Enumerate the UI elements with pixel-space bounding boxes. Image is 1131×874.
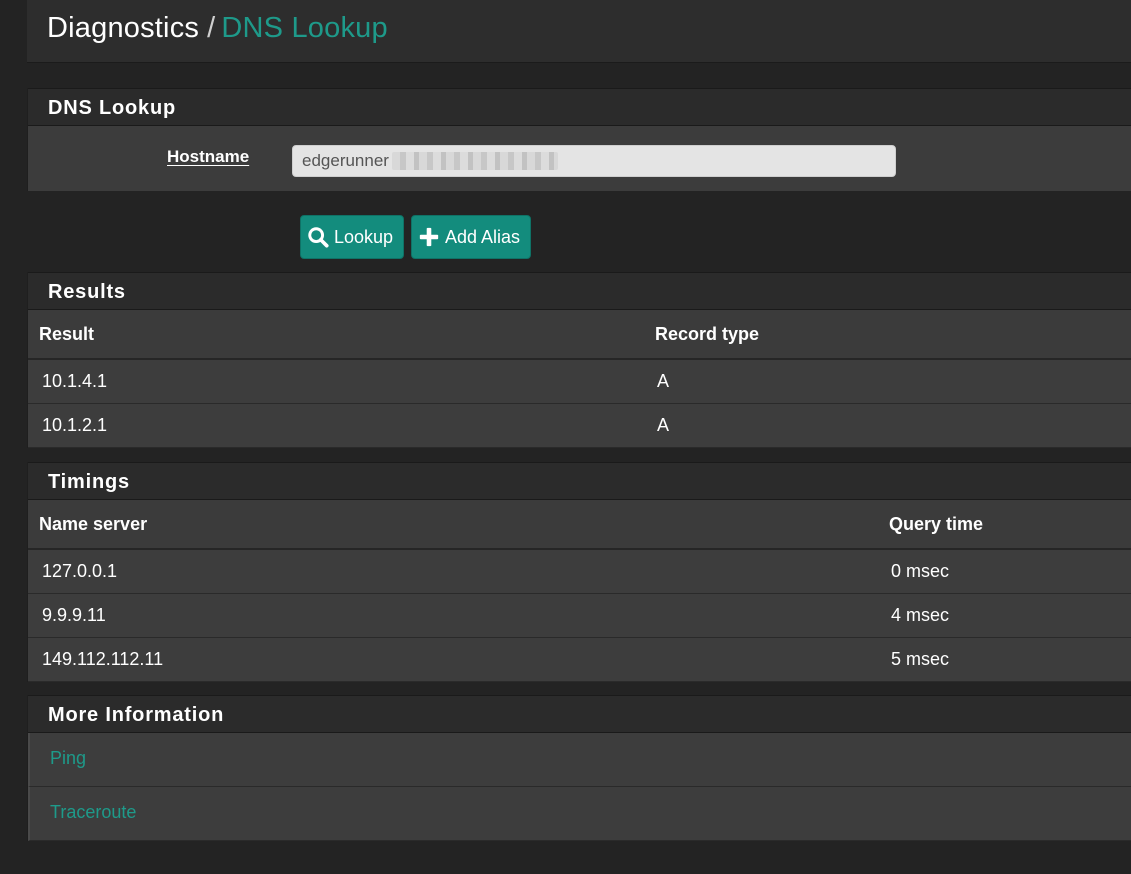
panel-title: Results (48, 281, 126, 303)
hostname-input[interactable] (292, 145, 896, 177)
query-time-cell: 4 msec (889, 593, 1131, 638)
table-header-row: Name server Query time (28, 500, 1131, 550)
breadcrumb-section[interactable]: Diagnostics (47, 12, 199, 44)
record-type-cell: A (655, 403, 1131, 448)
breadcrumb-page[interactable]: DNS Lookup (221, 12, 387, 44)
results-panel: Results Result Record type 10.1.4.1 A 10… (27, 272, 1131, 448)
table-row: 149.112.112.11 5 msec (28, 637, 1131, 682)
panel-title: More Information (48, 704, 225, 726)
hostname-label: Hostname (167, 147, 250, 166)
query-time-cell: 5 msec (889, 637, 1131, 682)
panel-heading: Results (28, 272, 1131, 310)
table-row: 9.9.9.11 4 msec (28, 593, 1131, 638)
plus-icon (419, 227, 439, 247)
ping-link[interactable]: Ping (50, 748, 86, 769)
name-server-cell: 127.0.0.1 (28, 549, 889, 594)
add-alias-button-label: Add Alias (445, 226, 521, 247)
result-cell: 10.1.2.1 (28, 403, 655, 448)
column-header: Result (28, 310, 655, 360)
column-header: Query time (889, 500, 1131, 550)
results-table: Result Record type 10.1.4.1 A 10.1.2.1 A (28, 310, 1131, 448)
breadcrumb-separator: / (207, 12, 216, 44)
panel-title: DNS Lookup (48, 97, 176, 119)
panel-heading: More Information (28, 695, 1131, 733)
search-icon (308, 227, 329, 248)
traceroute-link[interactable]: Traceroute (50, 802, 136, 823)
table-row: 127.0.0.1 0 msec (28, 549, 1131, 594)
breadcrumb: Diagnostics / DNS Lookup (47, 12, 388, 45)
name-server-cell: 149.112.112.11 (28, 637, 889, 682)
query-time-cell: 0 msec (889, 549, 1131, 594)
panel-title: Timings (48, 471, 130, 493)
table-row: 10.1.2.1 A (28, 403, 1131, 448)
timings-panel: Timings Name server Query time 127.0.0.1… (27, 462, 1131, 682)
lookup-button[interactable]: Lookup (300, 215, 404, 259)
column-header: Record type (655, 310, 1131, 360)
hostname-row: Hostname (28, 126, 1131, 191)
table-header-row: Result Record type (28, 310, 1131, 360)
timings-table: Name server Query time 127.0.0.1 0 msec … (28, 500, 1131, 682)
list-item: Traceroute (28, 787, 1131, 841)
column-header: Name server (28, 500, 889, 550)
more-information-panel: More Information Ping Traceroute (27, 695, 1131, 841)
lookup-button-label: Lookup (334, 226, 394, 247)
add-alias-button[interactable]: Add Alias (411, 215, 531, 259)
page-header: Diagnostics / DNS Lookup (27, 0, 1131, 62)
list-item: Ping (28, 733, 1131, 787)
table-row: 10.1.4.1 A (28, 359, 1131, 404)
name-server-cell: 9.9.9.11 (28, 593, 889, 638)
result-cell: 10.1.4.1 (28, 359, 655, 404)
panel-heading: Timings (28, 462, 1131, 500)
record-type-cell: A (655, 359, 1131, 404)
panel-heading: DNS Lookup (28, 88, 1131, 126)
dns-lookup-panel: DNS Lookup Hostname (27, 88, 1131, 191)
redacted-text (392, 152, 558, 170)
